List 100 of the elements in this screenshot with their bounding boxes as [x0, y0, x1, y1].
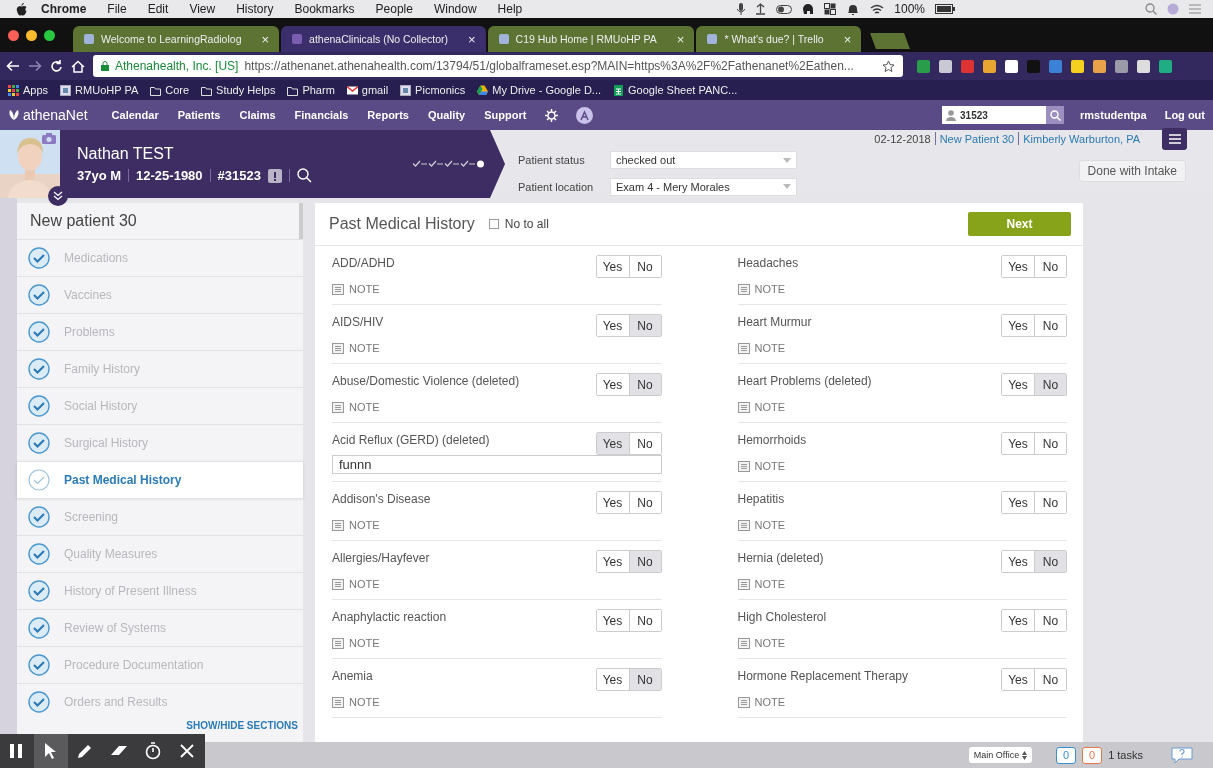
answer-toggle[interactable]: No — [1034, 492, 1066, 513]
extension-icon[interactable] — [1071, 59, 1084, 73]
settings-icon[interactable] — [545, 108, 559, 122]
status-dropdown[interactable]: checked out — [610, 151, 797, 170]
bookmark-link[interactable]: My Drive - Google D... — [492, 84, 602, 96]
answer-toggle[interactable]: No — [1034, 374, 1066, 395]
encounter-link[interactable]: New Patient 30 — [939, 132, 1015, 145]
pointer-tool-button[interactable] — [34, 734, 68, 768]
expand-icon[interactable] — [48, 186, 68, 206]
bookmark-link[interactable]: Apps — [23, 84, 49, 96]
home-icon[interactable] — [71, 59, 85, 73]
spreadsheet-icon[interactable] — [613, 84, 625, 96]
menu-item[interactable]: Help — [497, 2, 523, 16]
logout-link[interactable]: Log out — [1164, 109, 1205, 121]
note-link[interactable]: NOTE — [737, 578, 786, 590]
answer-toggle[interactable]: No — [628, 315, 661, 336]
tab-close-button[interactable]: × — [676, 31, 685, 47]
reload-icon[interactable] — [50, 59, 63, 73]
answer-toggle[interactable]: No — [628, 433, 661, 454]
bookmark-link[interactable]: Pharm — [302, 84, 335, 96]
nav-link[interactable]: Financials — [294, 109, 349, 121]
apps-icon[interactable] — [8, 84, 19, 96]
page-icon[interactable] — [400, 84, 412, 96]
show-hide-sections-link[interactable]: SHOW/HIDE SECTIONS — [186, 720, 303, 732]
address-bar[interactable]: Athenahealth, Inc. [US] https://athenanet.athenahealth.com/13794/51/globalframeset.esp?MAIN=https%3A%2F%2Fathenanet%2Eathen... — [93, 55, 903, 77]
search-icon[interactable] — [296, 168, 312, 183]
bookmark-link[interactable]: Google Sheet PANC... — [628, 84, 738, 96]
sidebar-item[interactable]: Past Medical History — [17, 461, 303, 498]
checkbox[interactable] — [488, 219, 499, 229]
location-dropdown[interactable]: Exam 4 - Mery Morales — [610, 177, 797, 196]
done-with-intake-button[interactable]: Done with Intake — [1078, 160, 1186, 182]
bookmark-link[interactable]: RMUoHP PA — [75, 84, 139, 96]
wifi-icon[interactable] — [870, 3, 885, 15]
note-link[interactable]: NOTE — [737, 460, 786, 472]
envelope-icon[interactable] — [346, 84, 358, 96]
menu-item[interactable]: File — [107, 2, 127, 16]
answer-toggle[interactable]: No — [628, 256, 661, 277]
menu-item[interactable]: Window — [433, 2, 477, 16]
patient-search-field[interactable]: 31523 — [942, 106, 1047, 124]
browser-tab[interactable]: * What's due? | Trello × — [696, 26, 862, 52]
answer-toggle[interactable]: No — [1034, 256, 1066, 277]
tab-close-button[interactable]: × — [261, 31, 270, 47]
answer-toggle[interactable]: No — [1034, 610, 1066, 631]
note-link[interactable]: NOTE — [737, 283, 786, 295]
window-control[interactable] — [8, 29, 19, 41]
menu-item[interactable]: Bookmarks — [294, 2, 355, 16]
note-link[interactable]: NOTE — [332, 519, 380, 531]
note-link[interactable]: NOTE — [737, 519, 786, 531]
browser-tab[interactable]: athenaClinicals (No Collector) × — [281, 26, 486, 52]
answer-toggle[interactable]: No — [1034, 315, 1066, 336]
bookmark-link[interactable]: Study Helps — [216, 84, 276, 96]
forward-icon[interactable] — [28, 60, 42, 72]
note-link[interactable]: NOTE — [737, 696, 786, 708]
note-link[interactable]: NOTE — [737, 401, 786, 413]
menu-item[interactable]: View — [189, 2, 216, 16]
extension-icon[interactable] — [983, 59, 996, 73]
window-control[interactable] — [44, 29, 55, 41]
answer-toggle[interactable]: No — [1034, 551, 1066, 572]
tab-close-button[interactable]: × — [843, 31, 852, 47]
note-link[interactable]: NOTE — [332, 578, 380, 590]
bookmark-link[interactable]: Core — [165, 84, 190, 96]
star-icon[interactable] — [882, 59, 895, 73]
username-link[interactable]: rmstudentpa — [1080, 109, 1147, 121]
nav-link[interactable]: Patients — [177, 109, 221, 121]
triangle-icon[interactable] — [477, 84, 489, 96]
alert-icon[interactable] — [267, 168, 282, 183]
window-control[interactable] — [26, 29, 37, 41]
folder-icon[interactable] — [287, 84, 299, 96]
nav-link[interactable]: Quality — [427, 109, 466, 121]
app-logo[interactable]: athenaNet — [23, 107, 88, 123]
extension-icon[interactable] — [1137, 59, 1150, 73]
extension-icon[interactable] — [1005, 59, 1018, 73]
avatar-icon[interactable] — [576, 106, 594, 124]
office-dropdown[interactable]: Main Office — [968, 747, 1033, 763]
bookmark-link[interactable]: gmail — [361, 84, 389, 96]
menu-item[interactable]: Edit — [147, 2, 169, 16]
note-link[interactable]: NOTE — [737, 342, 786, 354]
grid-icon[interactable] — [824, 3, 837, 15]
answer-toggle[interactable]: No — [628, 551, 661, 572]
answer-toggle[interactable]: No — [628, 492, 661, 513]
nav-link[interactable]: Support — [484, 109, 527, 121]
folder-icon[interactable] — [201, 84, 213, 96]
search-button[interactable] — [1046, 106, 1065, 124]
upload-icon[interactable] — [755, 3, 767, 15]
folder-icon[interactable] — [150, 84, 162, 96]
note-link[interactable]: NOTE — [737, 637, 786, 649]
extension-icon[interactable] — [939, 59, 952, 73]
menu-item[interactable]: History — [236, 2, 274, 16]
menu-item[interactable]: Chrome — [41, 2, 87, 16]
battery-icon[interactable] — [935, 4, 955, 14]
camera-icon[interactable] — [42, 133, 56, 144]
browser-tab[interactable]: C19 Hub Home | RMUoHP PA × — [487, 26, 695, 52]
count-badge[interactable]: 0 — [1056, 746, 1077, 764]
note-link[interactable]: NOTE — [332, 401, 380, 413]
back-icon[interactable] — [6, 60, 20, 72]
note-field[interactable]: funnn — [332, 455, 662, 474]
note-link[interactable]: NOTE — [332, 637, 380, 649]
answer-toggle[interactable]: No — [1034, 669, 1066, 690]
menu-button[interactable] — [1162, 128, 1187, 150]
answer-toggle[interactable]: Yes — [596, 433, 629, 454]
